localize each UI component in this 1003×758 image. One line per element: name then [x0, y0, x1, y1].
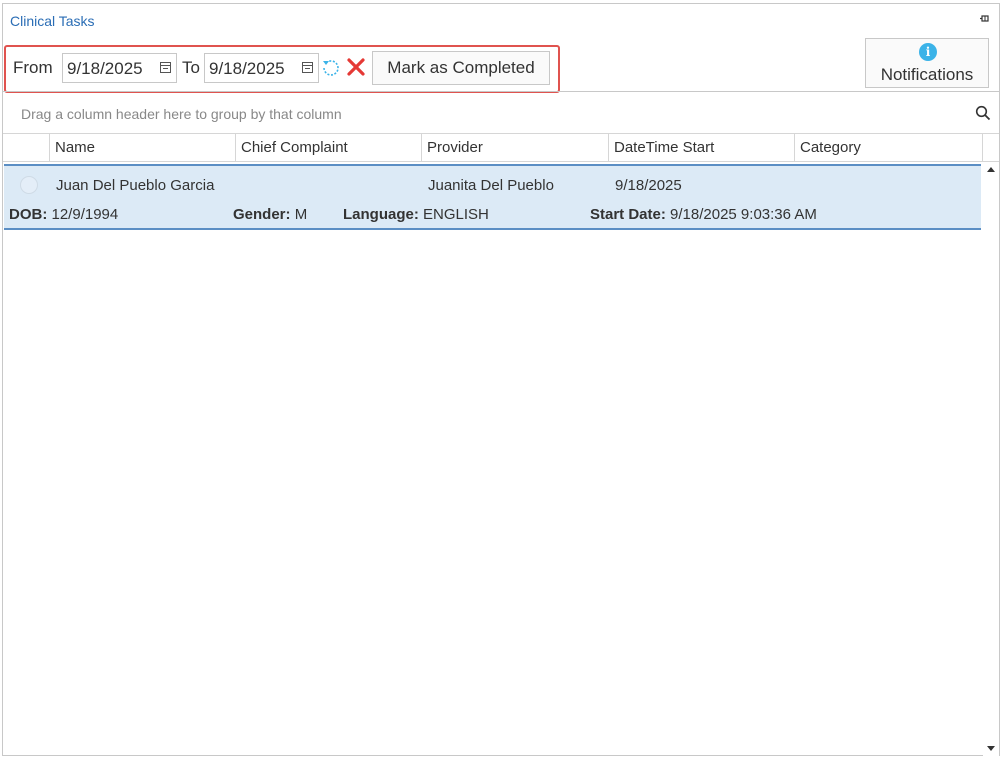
gender-label: Gender: — [233, 206, 291, 223]
refresh-icon[interactable] — [320, 57, 342, 79]
cell-datetime-start: 9/18/2025 — [615, 177, 682, 194]
column-header-name[interactable]: Name — [49, 134, 235, 162]
detail-dob: DOB: 12/9/1994 — [9, 206, 118, 223]
clear-icon[interactable] — [346, 57, 366, 77]
language-label: Language: — [343, 206, 419, 223]
column-header-datetime-start[interactable]: DateTime Start — [608, 134, 794, 162]
notifications-button[interactable]: i Notifications — [865, 38, 989, 88]
vertical-scrollbar[interactable] — [983, 162, 999, 756]
from-date-picker[interactable]: 9/18/2025 — [62, 53, 177, 83]
row-select-radio[interactable] — [20, 176, 38, 194]
column-header-spacer — [982, 134, 999, 162]
from-date-value: 9/18/2025 — [67, 59, 143, 78]
dob-value: 12/9/1994 — [51, 206, 119, 223]
column-header-provider[interactable]: Provider — [421, 134, 608, 162]
group-by-panel[interactable]: Drag a column header here to group by th… — [3, 91, 999, 134]
scroll-down-arrow-icon[interactable] — [987, 746, 995, 751]
to-label: To — [182, 58, 200, 77]
mark-as-completed-button[interactable]: Mark as Completed — [372, 51, 550, 85]
dob-label: DOB: — [9, 206, 48, 223]
detail-gender: Gender: M — [233, 206, 307, 223]
to-date-value: 9/18/2025 — [209, 59, 285, 78]
detail-start-date: Start Date: 9/18/2025 9:03:36 AM — [590, 206, 817, 223]
pin-icon[interactable] — [980, 15, 989, 23]
to-date-picker[interactable]: 9/18/2025 — [204, 53, 319, 83]
gender-value: M — [294, 206, 308, 223]
scroll-up-arrow-icon[interactable] — [987, 167, 995, 172]
language-value: ENGLISH — [423, 206, 489, 223]
clinical-tasks-panel: Clinical Tasks From 9/18/2025 To 9/18/20… — [2, 3, 1000, 756]
search-icon[interactable] — [975, 105, 991, 121]
detail-language: Language: ENGLISH — [343, 206, 489, 223]
start-date-value: 9/18/2025 9:03:36 AM — [670, 206, 817, 223]
column-header-chief-complaint[interactable]: Chief Complaint — [235, 134, 421, 162]
from-label: From — [13, 58, 53, 77]
calendar-icon[interactable] — [160, 62, 171, 73]
calendar-icon[interactable] — [302, 62, 313, 73]
group-by-hint: Drag a column header here to group by th… — [21, 106, 342, 122]
info-icon: i — [919, 43, 937, 61]
date-filter-toolbar: From 9/18/2025 To 9/18/2025 Mark as Comp… — [4, 45, 560, 93]
table-row[interactable]: Juan Del Pueblo Garcia Juanita Del Puebl… — [4, 164, 981, 230]
cell-provider: Juanita Del Pueblo — [428, 177, 554, 194]
column-header-row: Name Chief Complaint Provider DateTime S… — [3, 134, 999, 162]
cell-name: Juan Del Pueblo Garcia — [56, 177, 215, 194]
panel-title: Clinical Tasks — [10, 13, 95, 29]
start-date-label: Start Date: — [590, 206, 666, 223]
notifications-label: Notifications — [880, 65, 974, 84]
column-header-category[interactable]: Category — [794, 134, 982, 162]
